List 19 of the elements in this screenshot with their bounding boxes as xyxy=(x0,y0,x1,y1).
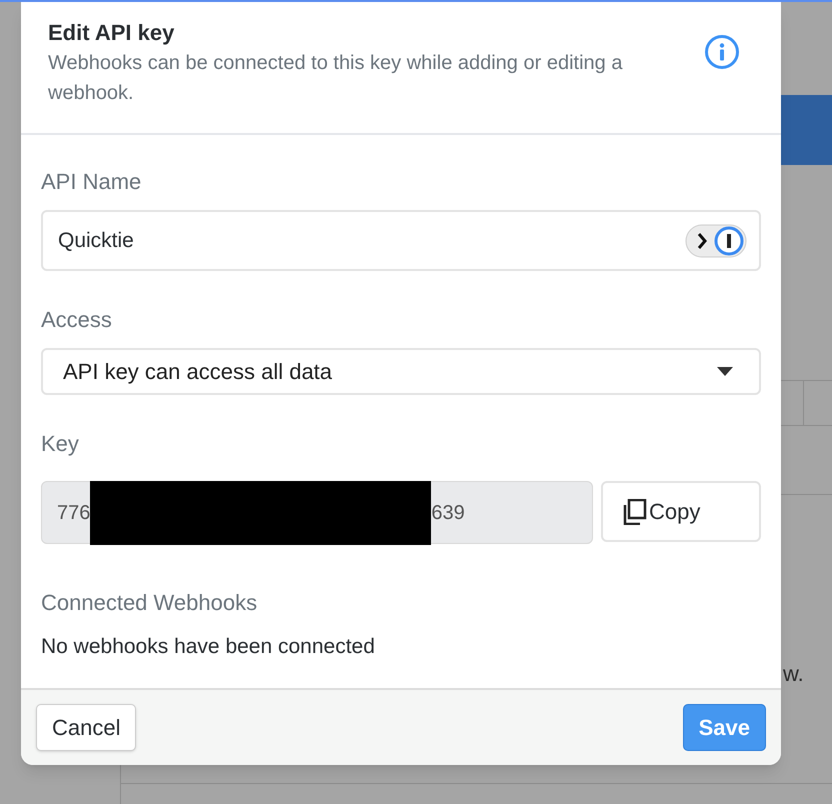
info-icon[interactable] xyxy=(704,34,740,70)
access-dropdown[interactable]: API key can access all data xyxy=(41,348,761,395)
copy-button[interactable]: Copy xyxy=(601,481,761,542)
field-label: API Name xyxy=(41,168,142,196)
copy-icon xyxy=(623,498,647,524)
cancel-button[interactable]: Cancel xyxy=(36,704,136,751)
field-label: Access xyxy=(41,306,113,334)
key-prefix: 776 xyxy=(56,500,90,526)
dialog-subtitle: Webhooks can be connected to this key while adding or editing a webhook. xyxy=(48,51,624,106)
empty-message: No webhooks have been connected xyxy=(41,634,376,660)
key-suffix: 639 xyxy=(431,500,465,526)
header-bar xyxy=(781,95,832,165)
field-label: Key xyxy=(41,430,80,458)
caret-icon xyxy=(717,367,733,376)
dialog-title: Edit API key xyxy=(48,19,176,47)
name-field[interactable]: Quicktie xyxy=(41,210,761,271)
background-text: w. xyxy=(783,660,804,688)
section-heading: Connected Webhooks xyxy=(41,589,258,617)
password-manager-icon[interactable] xyxy=(685,224,747,258)
